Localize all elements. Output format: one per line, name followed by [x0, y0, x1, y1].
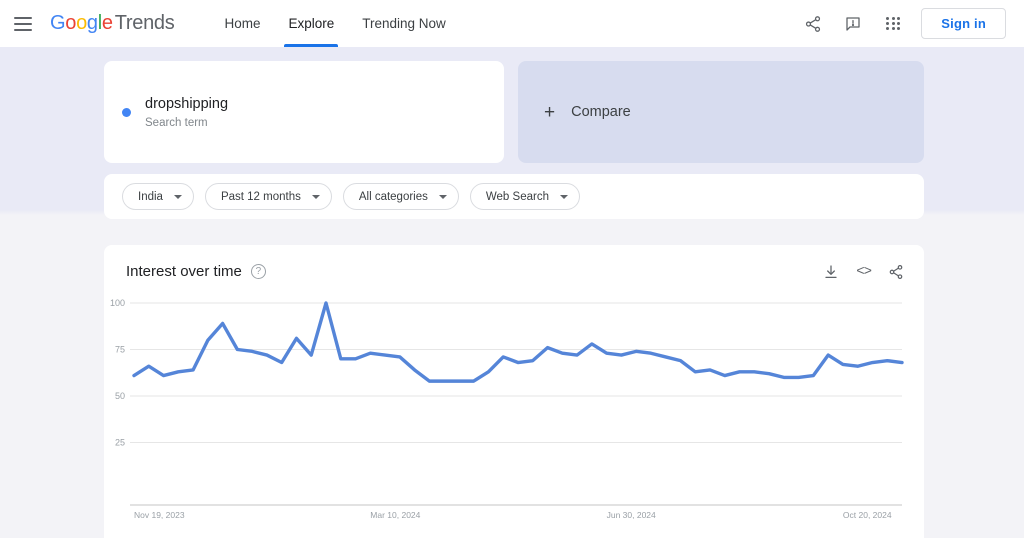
chart-y-axis-labels: 25 50 75 100 [110, 298, 125, 448]
grid-dot [886, 16, 890, 20]
app-header: Go o g l e Trends Home Explore Trending Now [0, 0, 1024, 47]
apps-grid-icon[interactable] [881, 12, 905, 36]
page-content: dropshipping Search term + Compare India… [0, 47, 1024, 538]
chart-title: Interest over time [126, 263, 242, 280]
hamburger-bar [14, 28, 32, 31]
nav-tab-trending-now[interactable]: Trending Now [348, 0, 460, 47]
help-icon[interactable]: ? [250, 264, 266, 279]
nav-tab-home-label: Home [224, 16, 261, 31]
grid-dot [886, 22, 890, 25]
x-axis-tick-label: Nov 19, 2023 [134, 510, 185, 520]
nav-tab-home[interactable]: Home [210, 0, 274, 47]
nav-tab-explore[interactable]: Explore [274, 0, 348, 47]
embed-code-icon[interactable]: <> [856, 264, 872, 280]
main-navigation: Home Explore Trending Now [210, 0, 459, 47]
grid-dot [897, 16, 901, 20]
hamburger-bar [14, 16, 32, 19]
filter-category[interactable]: All categories [342, 183, 459, 210]
filter-search-type[interactable]: Web Search [469, 183, 580, 210]
compare-card[interactable]: + Compare [518, 61, 924, 163]
logo-letter-o1: o [65, 12, 77, 34]
nav-tab-explore-label: Explore [288, 16, 335, 31]
logo-letter-e: e [101, 12, 113, 34]
chevron-down-icon [438, 194, 447, 199]
search-term-label: dropshipping [145, 96, 229, 112]
filter-time-range-label: Past 12 months [220, 190, 301, 203]
series-color-dot [122, 107, 131, 117]
logo-word-trends: Trends [114, 12, 175, 34]
grid-dot [891, 27, 895, 31]
sign-in-button[interactable]: Sign in [921, 8, 1006, 39]
search-term-type: Search term [145, 117, 208, 129]
y-axis-tick-label: 25 [115, 438, 125, 448]
google-trends-logo[interactable]: Go o g l e Trends [50, 12, 175, 35]
share-icon[interactable] [801, 12, 825, 36]
y-axis-tick-label: 100 [110, 298, 125, 308]
logo-letter-g: G [50, 12, 66, 34]
chart-series-line [132, 301, 904, 383]
filter-location-label: India [138, 190, 163, 203]
chart-header: Interest over time ? <> [126, 263, 904, 280]
logo-letter-g2: g [86, 12, 98, 34]
chart-gridlines [130, 302, 902, 443]
filter-location[interactable]: India [122, 183, 194, 210]
grid-dot [897, 27, 901, 31]
chart-svg: 25 50 75 100 Nov 19, 2023 Mar 10, 2024 Jun 30… [110, 298, 904, 520]
filter-bar: India Past 12 months All categories Web … [104, 174, 924, 219]
feedback-icon[interactable] [841, 12, 865, 36]
header-actions: Sign in [801, 8, 1006, 39]
compare-label: Compare [571, 104, 631, 120]
search-term-text: dropshipping Search term [145, 95, 228, 129]
grid-dot [891, 22, 895, 25]
share-icon[interactable] [888, 264, 904, 280]
grid-dot [891, 16, 895, 20]
x-axis-tick-label: Oct 20, 2024 [843, 510, 892, 520]
interest-over-time-chart[interactable]: 25 50 75 100 Nov 19, 2023 Mar 10, 2024 Jun 30… [104, 297, 924, 527]
y-axis-tick-label: 75 [115, 345, 125, 355]
download-icon[interactable] [823, 264, 839, 280]
filter-time-range[interactable]: Past 12 months [204, 183, 332, 210]
logo-letter-o2: o [76, 12, 87, 34]
chart-actions: <> [823, 264, 904, 280]
chevron-down-icon [173, 194, 182, 199]
query-row: dropshipping Search term + Compare [0, 47, 1024, 163]
hamburger-bar [14, 22, 32, 25]
x-axis-tick-label: Mar 10, 2024 [370, 510, 420, 520]
filter-category-label: All categories [358, 190, 428, 203]
nav-tab-trending-now-label: Trending Now [362, 16, 446, 31]
y-axis-tick-label: 50 [115, 391, 125, 401]
grid-dot [897, 22, 901, 25]
search-term-card[interactable]: dropshipping Search term [104, 61, 504, 163]
grid-dot [886, 27, 890, 31]
chevron-down-icon [559, 194, 568, 199]
chart-x-axis-labels: Nov 19, 2023 Mar 10, 2024 Jun 30, 2024 Oct … [134, 510, 892, 520]
interest-over-time-card: Interest over time ? <> 25 50 75 100 Nov… [104, 245, 924, 538]
x-axis-tick-label: Jun 30, 2024 [607, 510, 656, 520]
chevron-down-icon [311, 194, 320, 199]
hamburger-menu-icon[interactable] [14, 13, 36, 35]
plus-icon: + [544, 101, 556, 123]
filter-search-type-label: Web Search [485, 190, 549, 203]
